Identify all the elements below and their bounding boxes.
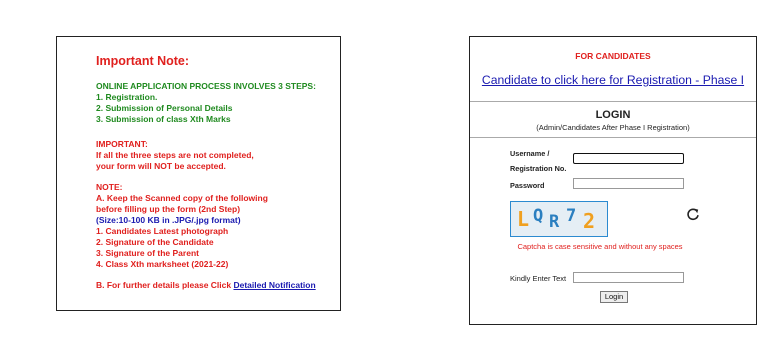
- refresh-icon[interactable]: [686, 207, 700, 221]
- login-subtitle: (Admin/Candidates After Phase I Registra…: [536, 123, 690, 132]
- note-line: before filling up the form (2nd Step): [96, 204, 241, 214]
- size-line: (Size:10-100 KB in .JPG/.jpg format): [96, 215, 241, 225]
- captcha-char: R: [549, 212, 560, 232]
- captcha-char: 7: [566, 206, 577, 226]
- divider: [470, 137, 756, 138]
- important-line: your form will NOT be accepted.: [96, 161, 226, 171]
- captcha-char: Q: [533, 206, 544, 226]
- doc-item: 3. Signature of the Parent: [96, 248, 199, 258]
- further-text: B. For further details please Click: [96, 280, 232, 290]
- captcha-input-label: Kindly Enter Text: [510, 274, 567, 283]
- divider: [470, 101, 756, 102]
- note-heading: NOTE:: [96, 182, 123, 192]
- doc-item: 2. Signature of the Candidate: [96, 237, 214, 247]
- steps-heading: ONLINE APPLICATION PROCESS INVOLVES 3 ST…: [96, 81, 316, 91]
- note-line: A. Keep the Scanned copy of the followin…: [96, 193, 268, 203]
- step-item: 2. Submission of Personal Details: [96, 103, 233, 113]
- login-title: LOGIN: [595, 109, 631, 121]
- doc-item: 1. Candidates Latest photograph: [96, 226, 229, 236]
- captcha-note: Captcha is case sensitive and without an…: [517, 242, 683, 251]
- password-input[interactable]: [573, 178, 684, 189]
- important-line: If all the three steps are not completed…: [96, 150, 254, 160]
- step-item: 3. Submission of class Xth Marks: [96, 114, 231, 124]
- captcha-image: L Q R 7 2: [510, 201, 608, 237]
- important-note-panel: Important Note: ONLINE APPLICATION PROCE…: [56, 36, 341, 311]
- doc-item: 4. Class Xth marksheet (2021-22): [96, 259, 229, 269]
- step-item: 1. Registration.: [96, 92, 158, 102]
- for-candidates-heading: FOR CANDIDATES: [575, 51, 651, 61]
- username-label-2: Registration No.: [510, 164, 567, 173]
- password-label: Password: [510, 181, 545, 190]
- further-details: B. For further details please Click Deta…: [96, 280, 330, 291]
- detailed-notification-link[interactable]: Detailed Notification: [233, 280, 315, 290]
- captcha-char: L: [517, 207, 530, 231]
- registration-phase1-link[interactable]: Candidate to click here for Registration…: [470, 73, 756, 87]
- login-button[interactable]: Login: [600, 291, 628, 303]
- note-title: Important Note:: [96, 54, 190, 68]
- login-panel: FOR CANDIDATES Candidate to click here f…: [469, 36, 757, 325]
- important-heading: IMPORTANT:: [96, 139, 148, 149]
- captcha-input[interactable]: [573, 272, 684, 283]
- username-input[interactable]: [573, 153, 684, 164]
- captcha-char: 2: [583, 209, 596, 233]
- username-label: Username /: [510, 149, 550, 158]
